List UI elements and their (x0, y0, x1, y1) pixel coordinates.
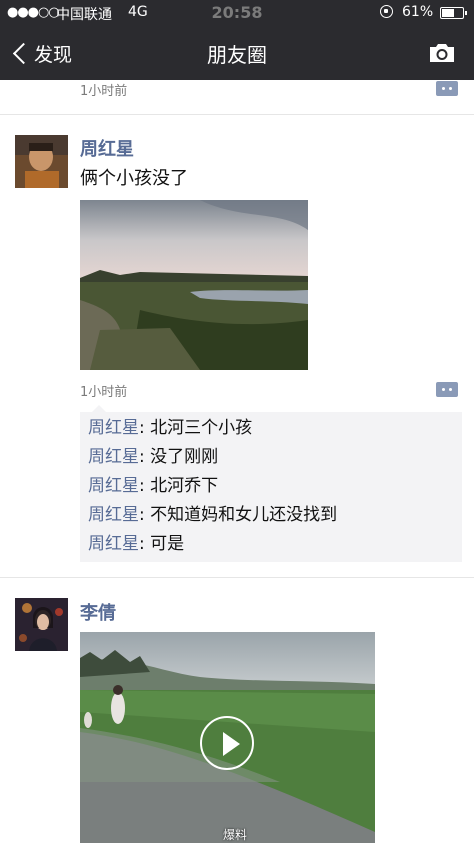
comment-text: 没了刚刚 (150, 447, 219, 467)
battery-fill (442, 9, 454, 17)
navigation-bar: 发现 朋友圈 (0, 26, 474, 80)
battery-percentage: 61% (402, 4, 434, 20)
comment-button[interactable] (436, 81, 458, 96)
previous-post-time: 1小时前 (80, 84, 128, 99)
post-author-name[interactable]: 周红星 (80, 135, 134, 161)
comment-dot-icon (449, 388, 452, 391)
post-divider (0, 577, 474, 578)
comment-author[interactable]: 周红星 (88, 418, 139, 438)
comment-row[interactable]: 周红星: 北河乔下 (88, 472, 218, 501)
comment-text: 可是 (150, 534, 185, 554)
post-author-name[interactable]: 李倩 (80, 599, 116, 625)
battery-icon (440, 7, 467, 19)
comment-row[interactable]: 周红星: 北河三个小孩 (88, 414, 252, 443)
comment-separator: : (139, 505, 151, 525)
post-text: 俩个小孩没了 (80, 168, 188, 189)
camera-icon[interactable] (428, 42, 456, 64)
comment-author[interactable]: 周红星 (88, 534, 139, 554)
post-time: 1小时前 (80, 385, 128, 400)
comment-author[interactable]: 周红星 (88, 505, 139, 525)
comment-separator: : (139, 534, 151, 554)
top-bar: ●●●○○ 中国联通 4G 20:58 61% 发现 朋友圈 (0, 0, 474, 80)
comments-pointer (92, 405, 106, 412)
comments-panel: 周红星: 北河三个小孩 周红星: 没了刚刚 周红星: 北河乔下 周红星: 不知道… (80, 405, 462, 562)
comment-dot-icon (442, 87, 445, 90)
comment-row[interactable]: 周红星: 没了刚刚 (88, 443, 218, 472)
comment-text: 北河乔下 (150, 476, 219, 496)
play-button[interactable] (200, 716, 254, 770)
status-bar: ●●●○○ 中国联通 4G 20:58 61% (0, 0, 474, 26)
page-title: 朋友圈 (207, 43, 267, 67)
comment-separator: : (139, 418, 151, 438)
comment-author[interactable]: 周红星 (88, 447, 139, 467)
post-video[interactable]: 爆料 (80, 632, 375, 843)
comment-text: 不知道妈和女儿还没找到 (150, 505, 338, 525)
comment-text: 北河三个小孩 (150, 418, 253, 438)
video-watermark: 爆料 (223, 828, 248, 842)
avatar[interactable] (15, 598, 68, 651)
comment-button[interactable] (436, 382, 458, 397)
moments-feed[interactable]: 1小时前 周红星 俩个小孩没了 1小时前 周红星: 北河三个小孩 周红星: 没了… (0, 80, 474, 843)
comment-dot-icon (442, 388, 445, 391)
avatar[interactable] (15, 135, 68, 188)
post-photo[interactable] (80, 200, 308, 370)
comment-dot-icon (449, 87, 452, 90)
comment-separator: : (139, 476, 151, 496)
comment-author[interactable]: 周红星 (88, 476, 139, 496)
comment-row[interactable]: 周红星: 不知道妈和女儿还没找到 (88, 501, 337, 530)
comment-row[interactable]: 周红星: 可是 (88, 530, 184, 559)
rotation-lock-icon (380, 5, 393, 18)
comment-separator: : (139, 447, 151, 467)
post-divider (0, 114, 474, 115)
